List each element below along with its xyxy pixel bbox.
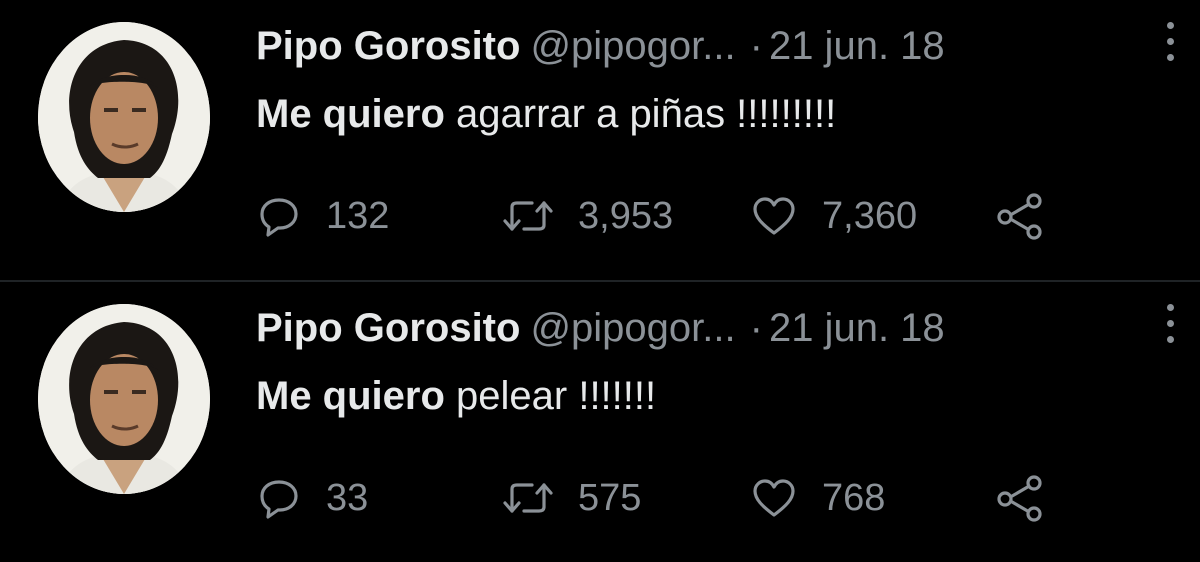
reply-button[interactable]: 132 — [256, 186, 389, 246]
more-icon[interactable] — [1162, 304, 1178, 354]
share-icon — [997, 475, 1042, 522]
tweet-header: Pipo Gorosito @pipogor... · 21 jun. 18 — [256, 300, 945, 356]
avatar-photo — [38, 22, 210, 212]
like-icon — [753, 479, 795, 517]
author-name[interactable]: Pipo Gorosito — [256, 24, 520, 68]
like-button[interactable]: 7,360 — [750, 186, 917, 246]
share-button[interactable] — [994, 186, 1046, 246]
tweet-actions: 33 575 768 — [256, 468, 1076, 528]
like-button[interactable]: 768 — [750, 468, 885, 528]
tweet-text-rest: agarrar a piñas !!!!!!!!! — [444, 92, 837, 136]
reply-count: 132 — [326, 195, 390, 237]
avatar-photo — [38, 304, 210, 494]
retweet-icon — [503, 483, 553, 513]
retweet-button[interactable]: 575 — [502, 468, 641, 528]
like-count: 768 — [822, 477, 886, 519]
tweet-text-rest: pelear !!!!!!! — [444, 374, 657, 418]
retweet-count: 575 — [578, 477, 642, 519]
like-icon — [753, 197, 795, 235]
avatar[interactable] — [38, 22, 210, 212]
reply-count: 33 — [326, 477, 369, 519]
author-handle[interactable]: @pipogor... — [530, 306, 735, 350]
reply-button[interactable]: 33 — [256, 468, 368, 528]
author-name[interactable]: Pipo Gorosito — [256, 306, 520, 350]
tweet-date[interactable]: 21 jun. 18 — [769, 306, 945, 350]
tweet[interactable]: Pipo Gorosito @pipogor... · 21 jun. 18 Me q… — [0, 0, 1200, 280]
author-handle[interactable]: @pipogor... — [530, 24, 735, 68]
tweet-actions: 132 3,953 7,360 — [256, 186, 1076, 246]
retweet-icon — [503, 201, 553, 231]
retweet-button[interactable]: 3,953 — [502, 186, 673, 246]
retweet-count: 3,953 — [578, 195, 674, 237]
reply-icon — [260, 480, 298, 519]
tweet-date[interactable]: 21 jun. 18 — [769, 24, 945, 68]
like-count: 7,360 — [822, 195, 918, 237]
tweet-text: Me quiero pelear !!!!!!! — [256, 368, 656, 424]
more-icon[interactable] — [1162, 22, 1178, 72]
tweet-header: Pipo Gorosito @pipogor... · 21 jun. 18 — [256, 18, 945, 74]
share-button[interactable] — [994, 468, 1046, 528]
tweet[interactable]: Pipo Gorosito @pipogor... · 21 jun. 18 Me q… — [0, 282, 1200, 562]
share-icon — [997, 193, 1042, 240]
tweet-text: Me quiero agarrar a piñas !!!!!!!!! — [256, 86, 836, 142]
tweet-text-bold: Me quiero — [256, 92, 445, 136]
separator-dot: · — [749, 24, 763, 68]
separator-dot: · — [749, 306, 763, 350]
avatar[interactable] — [38, 304, 210, 494]
tweet-text-bold: Me quiero — [256, 374, 445, 418]
reply-icon — [260, 198, 298, 237]
